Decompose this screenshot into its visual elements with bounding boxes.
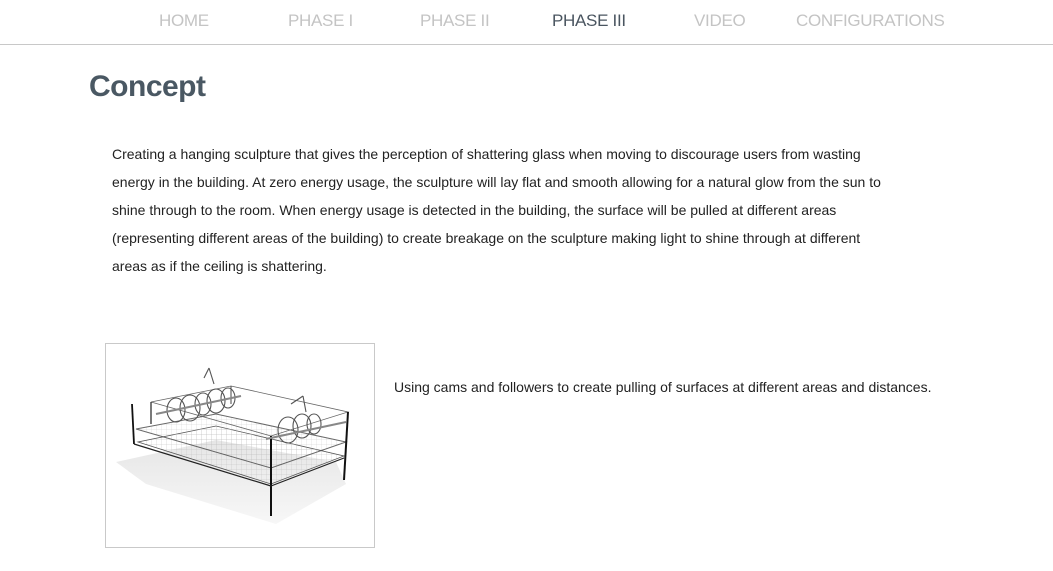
nav-phase-2-link[interactable]: PHASE II: [420, 11, 490, 31]
sculpture-render-drawing: [116, 367, 350, 524]
page-title: Concept: [89, 70, 206, 103]
nav-video-link[interactable]: VIDEO: [694, 11, 746, 31]
top-navigation: HOME PHASE I PHASE II PHASE III VIDEO CO…: [0, 0, 1053, 45]
nav-home-link[interactable]: HOME: [159, 11, 209, 31]
concept-description: Creating a hanging sculpture that gives …: [112, 146, 881, 274]
nav-phase-3-link[interactable]: PHASE III: [552, 11, 626, 31]
sculpture-render-image: [105, 343, 375, 548]
nav-configurations-link[interactable]: CONFIGURATIONS: [796, 11, 945, 31]
nav-phase-1-link[interactable]: PHASE I: [288, 11, 353, 31]
figure-caption: Using cams and followers to create pulli…: [394, 379, 932, 395]
